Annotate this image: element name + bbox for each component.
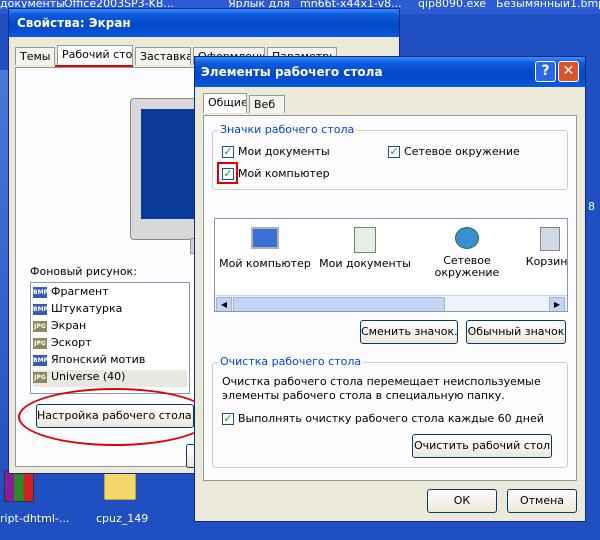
tab-themes[interactable]: Темы <box>15 47 55 65</box>
bitmap-icon: BMP <box>33 354 48 366</box>
bitmap-icon: BMP <box>33 286 48 298</box>
cancel-button[interactable]: Отмена <box>507 489 577 513</box>
ok-button[interactable]: ОК <box>427 489 497 513</box>
background-label: Фоновый рисунок: <box>30 265 137 278</box>
wallpaper-item[interactable]: JPG Эскорт <box>33 336 187 353</box>
highlight-customize-button <box>18 388 212 446</box>
tab-web[interactable]: Веб <box>249 95 285 113</box>
jpeg-icon: JPG <box>33 371 47 383</box>
highlight-desktop-tab <box>55 45 133 67</box>
cleanup-desktop-button[interactable]: Очистить рабочий стол <box>412 434 552 458</box>
archive-file-icon[interactable] <box>4 470 34 502</box>
change-icon-button[interactable]: Сменить значок... <box>360 320 458 344</box>
wallpaper-item[interactable]: BMP Фрагмент <box>33 285 187 302</box>
network-icon <box>455 227 479 249</box>
checkbox-my-computer-label: Мой компьютер <box>238 167 330 180</box>
bitmap-icon: BMP <box>33 303 48 315</box>
close-button[interactable]: ✕ <box>558 61 579 82</box>
display-properties-titlebar[interactable]: Свойства: Экран <box>9 9 399 37</box>
jpeg-icon: JPG <box>33 320 47 332</box>
icon-item-my-documents[interactable]: Мои документы <box>315 227 415 270</box>
my-computer-icon <box>251 227 279 249</box>
icon-item-network[interactable]: Сетевое окружение <box>419 227 515 279</box>
desktop-side-digit: 8 <box>588 200 595 213</box>
checkbox-network[interactable]: ✓ <box>388 146 400 158</box>
desktop-items-dialog: Элементы рабочего стола ? ✕ Общие Веб Зн… <box>194 56 586 522</box>
scroll-right-arrow[interactable]: ▶ <box>549 297 565 311</box>
desktop-bottom-item-1[interactable]: ript-dhtml-... <box>0 512 69 525</box>
highlight-my-computer-checkbox <box>217 162 238 184</box>
dialog-title: Элементы рабочего стола <box>201 65 383 79</box>
checkbox-my-documents[interactable]: ✓ <box>222 146 234 158</box>
dialog-titlebar[interactable]: Элементы рабочего стола ? ✕ <box>195 57 585 87</box>
desktop-item-6[interactable]: Безымянный1.bmp <box>496 0 600 10</box>
jpeg-icon: JPG <box>33 337 47 349</box>
wallpaper-item[interactable]: JPG Экран <box>33 319 187 336</box>
icon-item-my-computer[interactable]: Мой компьютер <box>215 227 315 270</box>
dialog-tabs: Общие Веб <box>203 93 403 115</box>
wallpaper-list[interactable]: BMP Фрагмент BMP Штукатурка JPG Экран JPG Эс… <box>30 282 190 394</box>
scroll-thumb[interactable] <box>233 297 445 311</box>
folder-icon[interactable] <box>104 472 136 500</box>
checkbox-network-label: Сетевое окружение <box>404 145 520 158</box>
icon-item-recycle-bin[interactable]: Корзина <box>515 227 567 268</box>
cleanup-description: Очистка рабочего стола перемещает неиспо… <box>222 375 541 402</box>
dialog-general-panel: Значки рабочего стола ✓ Мои документы ✓ … <box>203 115 577 481</box>
my-documents-icon <box>354 227 376 253</box>
wallpaper-item[interactable]: JPG Universe (40) <box>33 370 187 387</box>
checkbox-cleanup[interactable]: ✓ <box>222 413 234 425</box>
checkbox-cleanup-label: Выполнять очистку рабочего стола каждые … <box>238 412 544 425</box>
help-button[interactable]: ? <box>535 61 556 82</box>
icon-list-scrollbar[interactable]: ◀ ▶ <box>215 295 567 311</box>
recycle-bin-icon <box>540 227 560 251</box>
default-icon-button[interactable]: Обычный значок <box>466 320 566 344</box>
desktop-icons-group <box>212 130 568 190</box>
desktop-icons-group-title: Значки рабочего стола <box>218 123 357 136</box>
wallpaper-item[interactable]: BMP Японский мотив <box>33 353 187 370</box>
cleanup-group-title: Очистка рабочего стола <box>218 355 364 368</box>
tab-general[interactable]: Общие <box>203 93 247 113</box>
display-properties-title: Свойства: Экран <box>17 16 131 30</box>
icon-list[interactable]: Мой компьютер Мои документы Сетевое окру… <box>214 218 568 312</box>
tab-screensaver[interactable]: Заставка <box>135 47 191 65</box>
checkbox-my-documents-label: Мои документы <box>238 145 330 158</box>
desktop-bottom-item-2[interactable]: cpuz_149 <box>96 512 148 525</box>
wallpaper-item[interactable]: BMP Штукатурка <box>33 302 187 319</box>
desktop-item-5[interactable]: qip8090.exe <box>418 0 486 10</box>
scroll-left-arrow[interactable]: ◀ <box>216 297 232 311</box>
